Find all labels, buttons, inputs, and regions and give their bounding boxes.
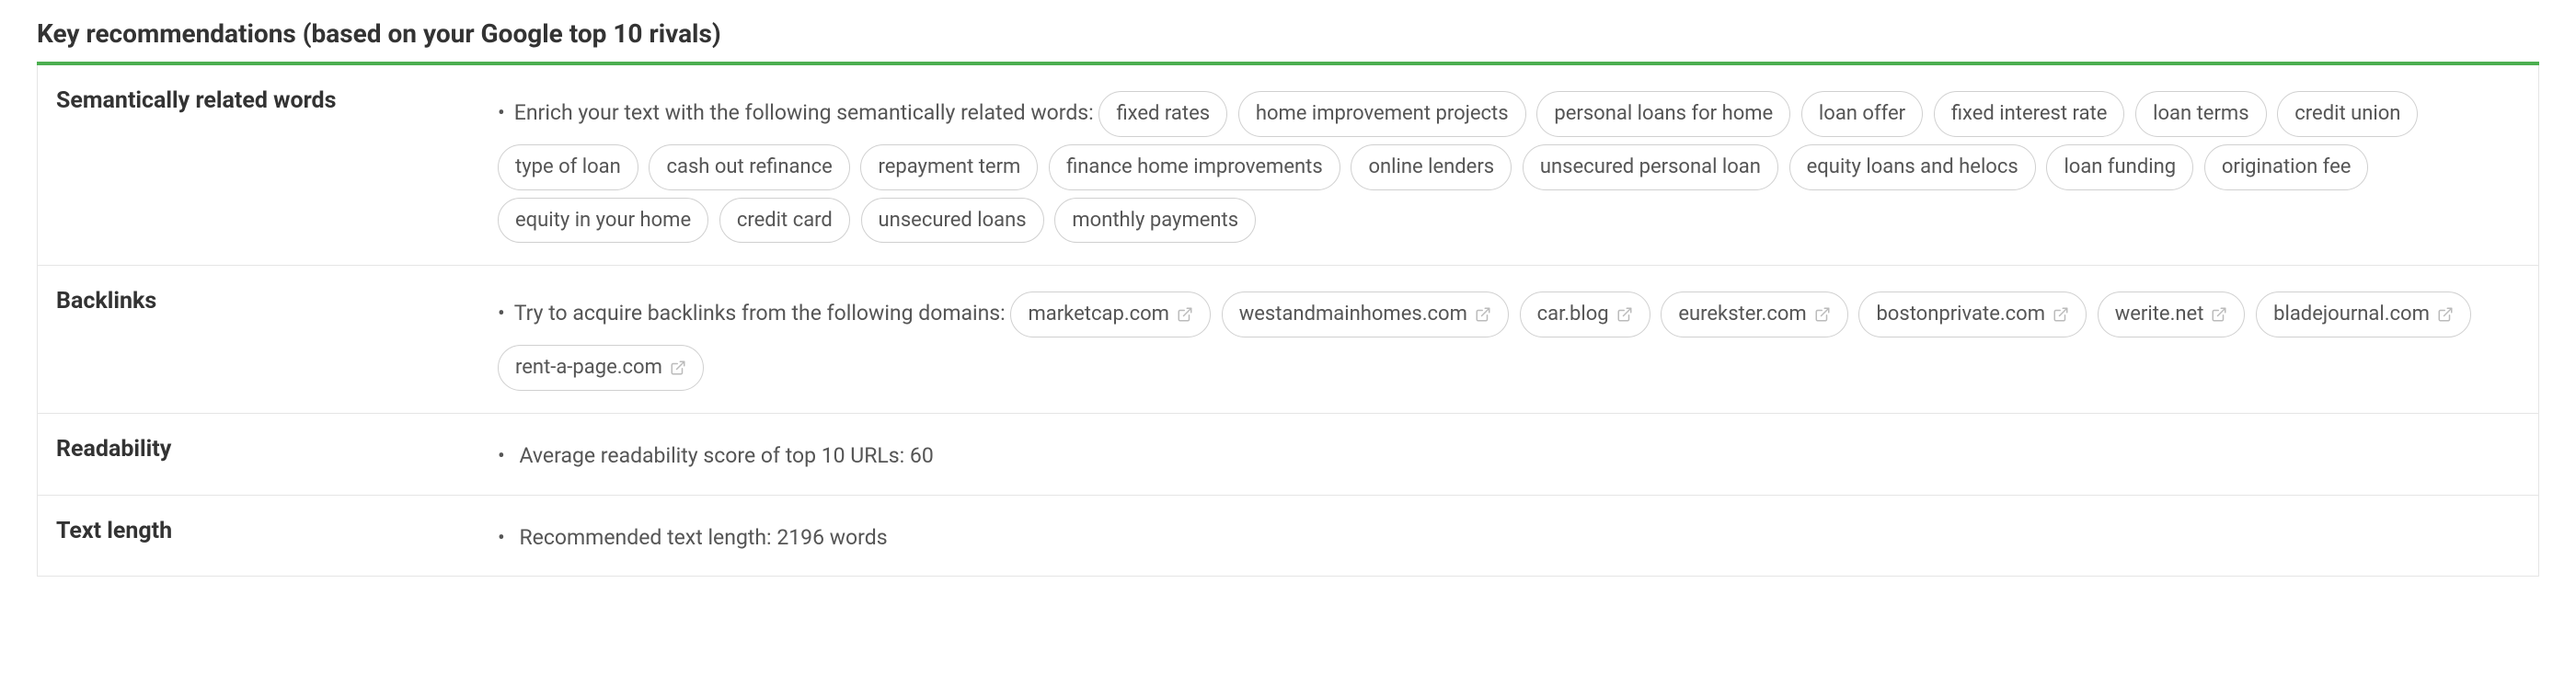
keyword-chip[interactable]: unsecured personal loan [1523, 144, 1778, 190]
keyword-chip[interactable]: loan terms [2135, 91, 2266, 137]
keyword-chip[interactable]: loan offer [1801, 91, 1923, 137]
row-label: Text length [38, 496, 498, 577]
keyword-chip[interactable]: credit card [719, 198, 850, 244]
external-link-icon [1616, 306, 1633, 323]
row-body: Average readability score of top 10 URLs… [498, 414, 2538, 495]
row-lede: Try to acquire backlinks from the follow… [498, 301, 1006, 326]
row-body: Enrich your text with the following sema… [498, 65, 2538, 265]
keyword-chip[interactable]: monthly payments [1054, 198, 1256, 244]
external-link-icon [1475, 306, 1491, 323]
domain-chip-label: bostonprivate.com [1876, 295, 2045, 334]
external-link-icon [1814, 306, 1831, 323]
keyword-chip[interactable]: online lenders [1351, 144, 1512, 190]
external-link-icon [2053, 306, 2069, 323]
domain-chip[interactable]: rent-a-page.com [498, 345, 704, 391]
domain-chip[interactable]: eurekster.com [1661, 292, 1847, 337]
keyword-chip[interactable]: finance home improvements [1049, 144, 1340, 190]
domain-chip-label: marketcap.com [1028, 295, 1169, 334]
external-link-icon [1177, 306, 1193, 323]
domain-chip-label: eurekster.com [1678, 295, 1806, 334]
row-body: Recommended text length: 2196 words [498, 496, 2538, 577]
domain-chip[interactable]: bostonprivate.com [1858, 292, 2087, 337]
keyword-chip[interactable]: loan funding [2046, 144, 2193, 190]
domain-chip[interactable]: westandmainhomes.com [1222, 292, 1509, 337]
keyword-chip[interactable]: home improvement projects [1238, 91, 1526, 137]
keyword-chip[interactable]: fixed rates [1098, 91, 1227, 137]
keyword-chip[interactable]: unsecured loans [861, 198, 1044, 244]
keyword-chip[interactable]: fixed interest rate [1934, 91, 2125, 137]
keyword-chip[interactable]: type of loan [498, 144, 638, 190]
readability-value: 60 [910, 443, 934, 468]
row-readability: Readability Average readability score of… [38, 414, 2538, 496]
domain-chip[interactable]: werite.net [2098, 292, 2246, 337]
keyword-chip[interactable]: repayment term [860, 144, 1038, 190]
domain-chip[interactable]: bladejournal.com [2256, 292, 2471, 337]
external-link-icon [2211, 306, 2227, 323]
row-label: Readability [38, 414, 498, 495]
external-link-icon [670, 360, 686, 376]
row-body: Try to acquire backlinks from the follow… [498, 266, 2538, 413]
domain-chip-label: werite.net [2115, 295, 2204, 334]
domain-chip-label: bladejournal.com [2273, 295, 2430, 334]
row-lede: Enrich your text with the following sema… [498, 100, 1094, 125]
row-label: Semantically related words [38, 65, 498, 265]
domain-chip-label: car.blog [1537, 295, 1609, 334]
readability-text: Average readability score of top 10 URLs… [519, 443, 909, 468]
row-backlinks: Backlinks Try to acquire backlinks from … [38, 266, 2538, 414]
row-semantic-words: Semantically related words Enrich your t… [38, 65, 2538, 266]
keyword-chip[interactable]: personal loans for home [1536, 91, 1790, 137]
external-link-icon [2437, 306, 2454, 323]
domain-chip[interactable]: marketcap.com [1010, 292, 1211, 337]
row-text-length: Text length Recommended text length: 219… [38, 496, 2538, 577]
keyword-chip[interactable]: equity in your home [498, 198, 708, 244]
textlength-value: 2196 words [776, 525, 887, 550]
textlength-text: Recommended text length: [519, 525, 776, 550]
keyword-chip[interactable]: origination fee [2204, 144, 2369, 190]
row-label: Backlinks [38, 266, 498, 413]
section-title: Key recommendations (based on your Googl… [37, 18, 2539, 49]
domain-chip[interactable]: car.blog [1520, 292, 1650, 337]
recommendations-table: Semantically related words Enrich your t… [37, 65, 2539, 577]
domain-chip-label: rent-a-page.com [515, 349, 662, 387]
keyword-chip[interactable]: cash out refinance [649, 144, 849, 190]
keyword-chip[interactable]: credit union [2277, 91, 2418, 137]
keyword-chip[interactable]: equity loans and helocs [1789, 144, 2036, 190]
domain-chip-label: westandmainhomes.com [1239, 295, 1467, 334]
